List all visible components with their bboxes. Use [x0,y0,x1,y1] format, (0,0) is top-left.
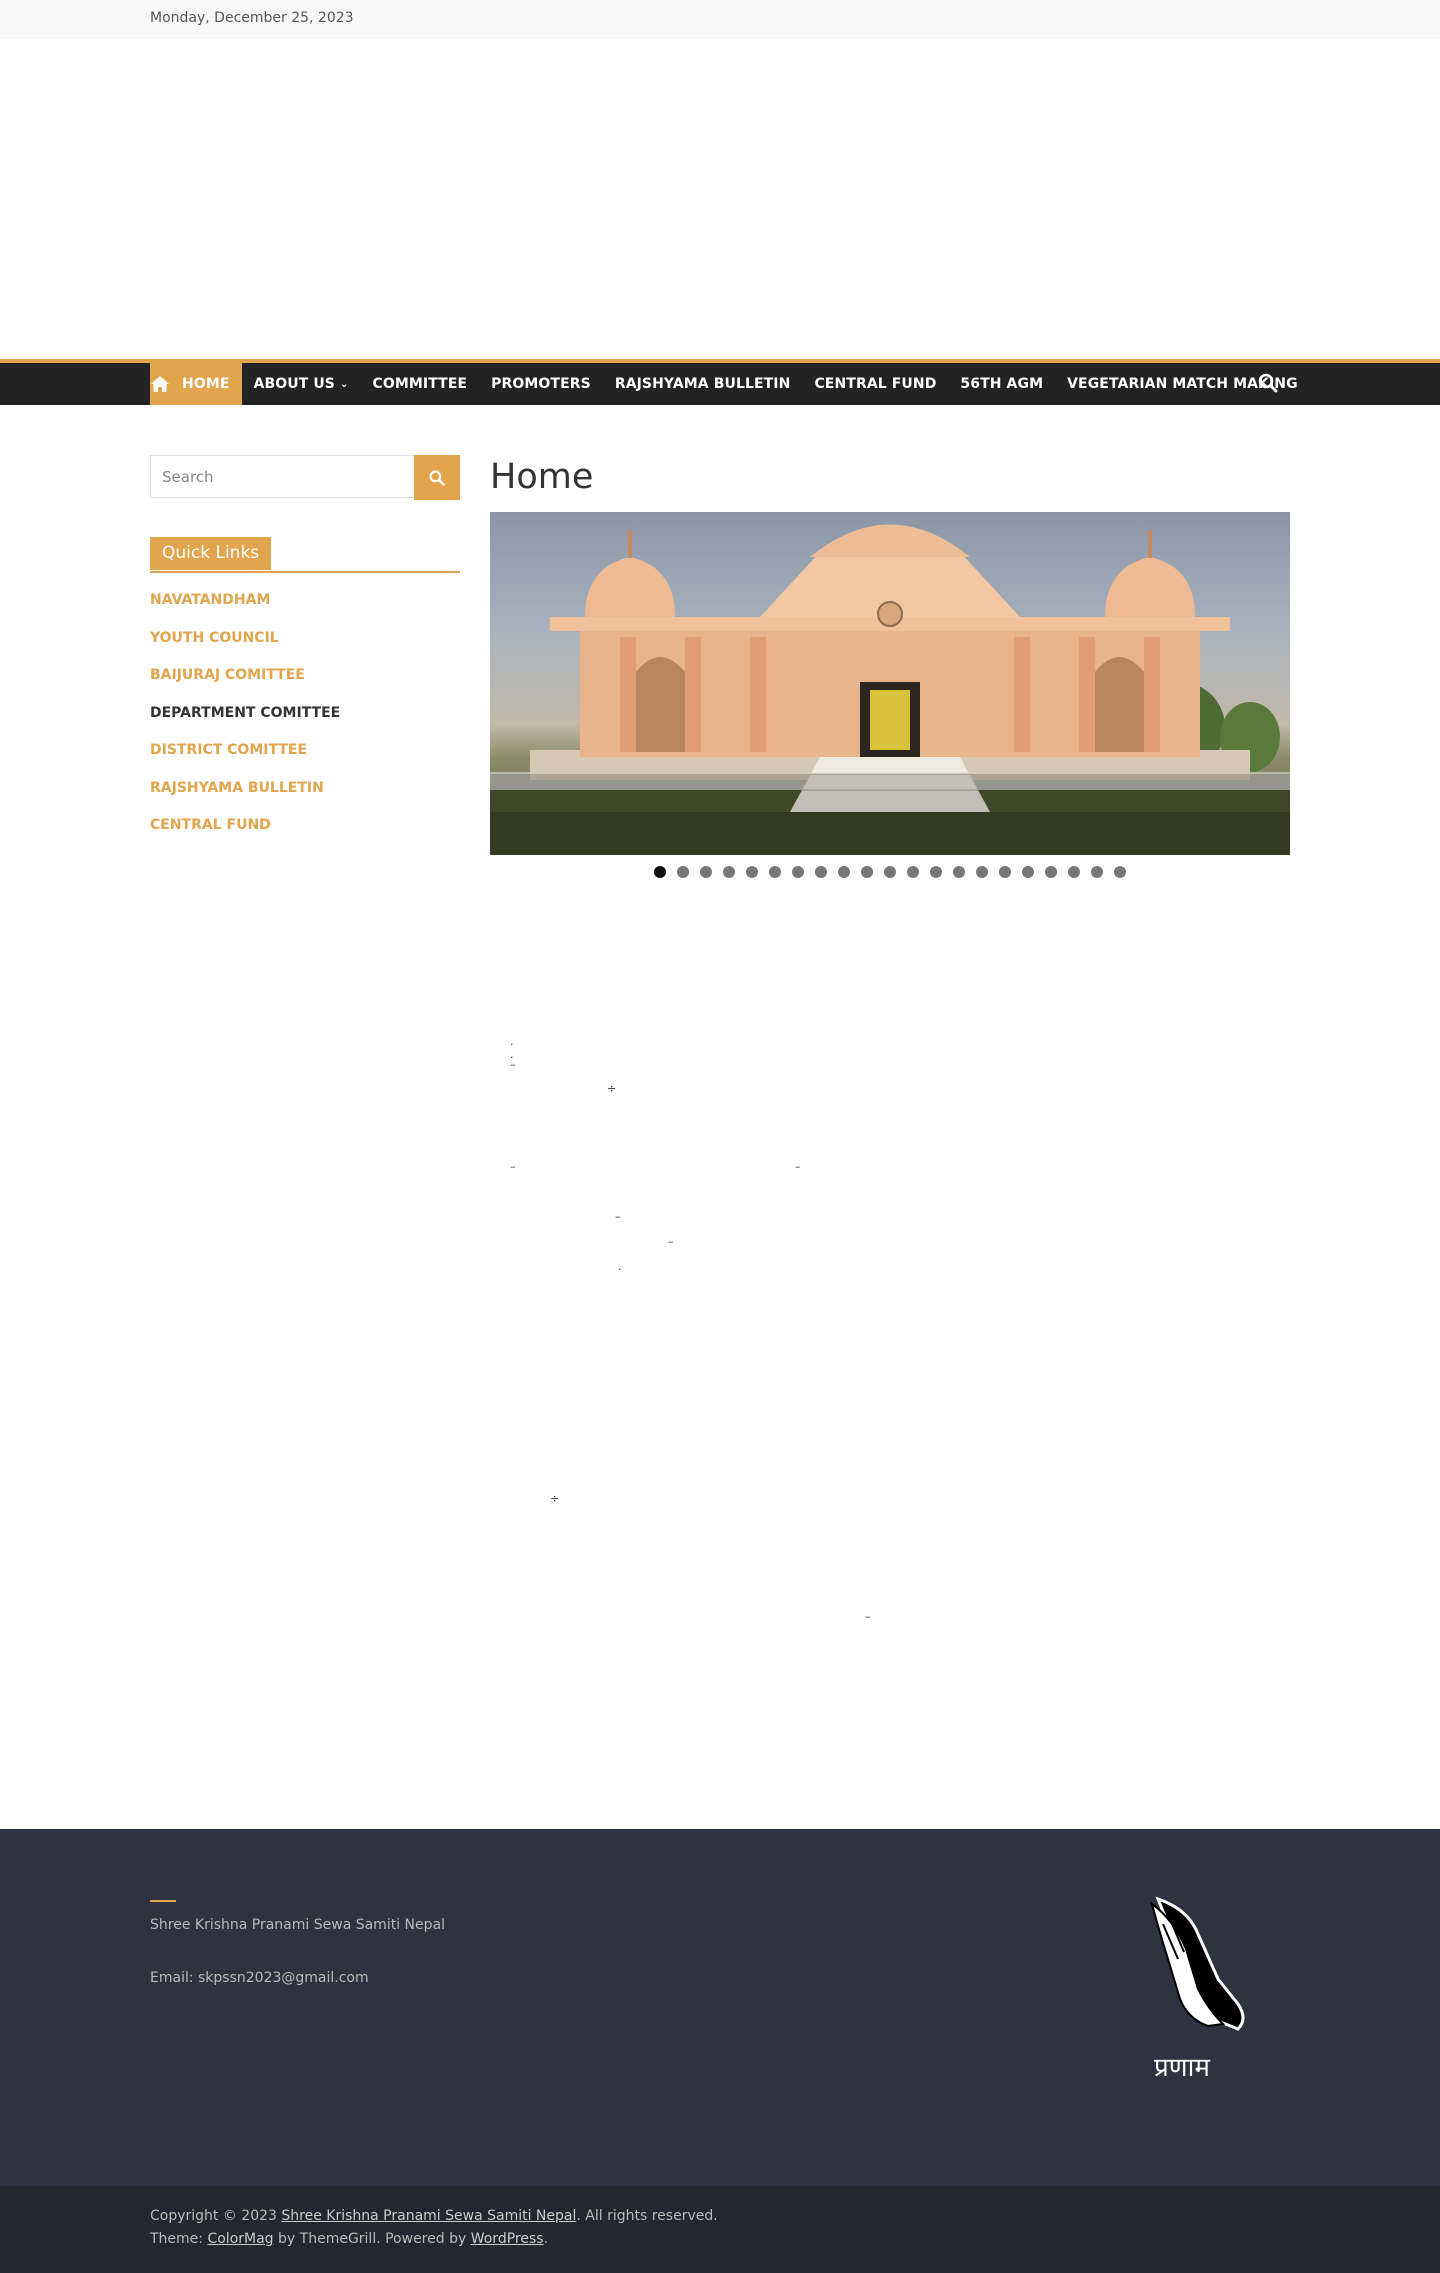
search-submit-button[interactable] [414,455,460,500]
quick-link-youth-council[interactable]: YOUTH COUNCIL [150,623,460,661]
footer-title-accent [150,1900,176,1902]
slider-dot[interactable] [1068,866,1080,878]
slider-dot[interactable] [1022,866,1034,878]
quick-link-central-fund[interactable]: CENTRAL FUND [150,810,460,848]
slider-dot[interactable] [861,866,873,878]
slider-dot[interactable] [654,866,666,878]
quick-links-header: Quick Links [150,537,460,573]
nav-item-committee[interactable]: COMMITTEE [360,363,479,405]
slider-dot[interactable] [838,866,850,878]
top-bar: Monday, December 25, 2023 [0,0,1440,39]
nav-item-central-fund[interactable]: CENTRAL FUND [802,363,948,405]
search-icon [429,470,445,486]
chevron-down-icon: ⌄ [339,378,349,390]
slider-dot[interactable] [723,866,735,878]
slider-dot[interactable] [769,866,781,878]
nav-item-56th-agm[interactable]: 56TH AGM [948,363,1055,405]
colormag-link[interactable]: ColorMag [207,2231,273,2247]
content-area: Search Quick Links NAVATANDHAM YOUTH COU… [0,405,1440,1829]
sidebar: Search Quick Links NAVATANDHAM YOUTH COU… [150,455,460,848]
nav-search-button[interactable] [1258,373,1278,397]
header-area [0,39,1440,359]
home-icon [151,376,169,392]
slider-dot[interactable] [792,866,804,878]
quick-link-rajshyama-bulletin[interactable]: RAJSHYAMA BULLETIN [150,773,460,811]
quick-links-list: NAVATANDHAM YOUTH COUNCIL BAIJURAJ COMIT… [150,585,460,848]
quick-link-baijuraj-comittee[interactable]: BAIJURAJ COMITTEE [150,660,460,698]
quick-link-district-comittee[interactable]: DISTRICT COMITTEE [150,735,460,773]
main-content: Home . . – ÷ – – – – . ÷ – [490,455,1290,1623]
search-icon [1258,373,1278,393]
pranam-text: प्रणाम [1154,2053,1210,2083]
slider-dot[interactable] [1091,866,1103,878]
copyright-line: Copyright © 2023 Shree Krishna Pranami S… [150,2208,718,2224]
site-link[interactable]: Shree Krishna Pranami Sewa Samiti Nepal [281,2208,576,2224]
slider-dot[interactable] [677,866,689,878]
home-icon-button[interactable] [150,363,170,405]
search-input[interactable]: Search [150,455,414,498]
slider-dot[interactable] [907,866,919,878]
image-slider[interactable] [490,512,1290,855]
main-navigation: HOME ABOUT US ⌄ COMMITTEE PROMOTERS RAJSH… [0,359,1440,405]
temple-image [490,524,1290,855]
footer-bottom: Copyright © 2023 Shree Krishna Pranami S… [0,2186,1440,2273]
slider-pagination [490,866,1290,878]
slider-dot[interactable] [1045,866,1057,878]
slider-dot[interactable] [700,866,712,878]
nav-item-promoters[interactable]: PROMOTERS [479,363,603,405]
slider-dot[interactable] [999,866,1011,878]
footer-email[interactable]: Email: skpssn2023@gmail.com [150,1970,369,1986]
slider-dot[interactable] [953,866,965,878]
slider-dot[interactable] [1114,866,1126,878]
page-title: Home [490,457,594,497]
quick-link-navatandham[interactable]: NAVATANDHAM [150,585,460,623]
slider-dot[interactable] [930,866,942,878]
quick-links-title: Quick Links [150,537,272,570]
footer-org-name: Shree Krishna Pranami Sewa Samiti Nepal [150,1917,445,1933]
wordpress-link[interactable]: WordPress [471,2231,544,2247]
current-date: Monday, December 25, 2023 [150,10,354,26]
footer-widgets: Shree Krishna Pranami Sewa Samiti Nepal … [0,1829,1440,2186]
nav-item-about-us[interactable]: ABOUT US ⌄ [242,363,361,405]
praying-hands-icon [1138,1894,1248,2038]
nav-item-home[interactable]: HOME [170,363,242,405]
slider-dot[interactable] [746,866,758,878]
slider-dot[interactable] [884,866,896,878]
slider-dot[interactable] [976,866,988,878]
quick-link-department-comittee[interactable]: DEPARTMENT COMITTEE [150,698,460,736]
slider-dot[interactable] [815,866,827,878]
nav-item-rajshyama-bulletin[interactable]: RAJSHYAMA BULLETIN [603,363,803,405]
theme-credit-line: Theme: ColorMag by ThemeGrill. Powered b… [150,2231,549,2247]
sidebar-search: Search [150,455,460,500]
